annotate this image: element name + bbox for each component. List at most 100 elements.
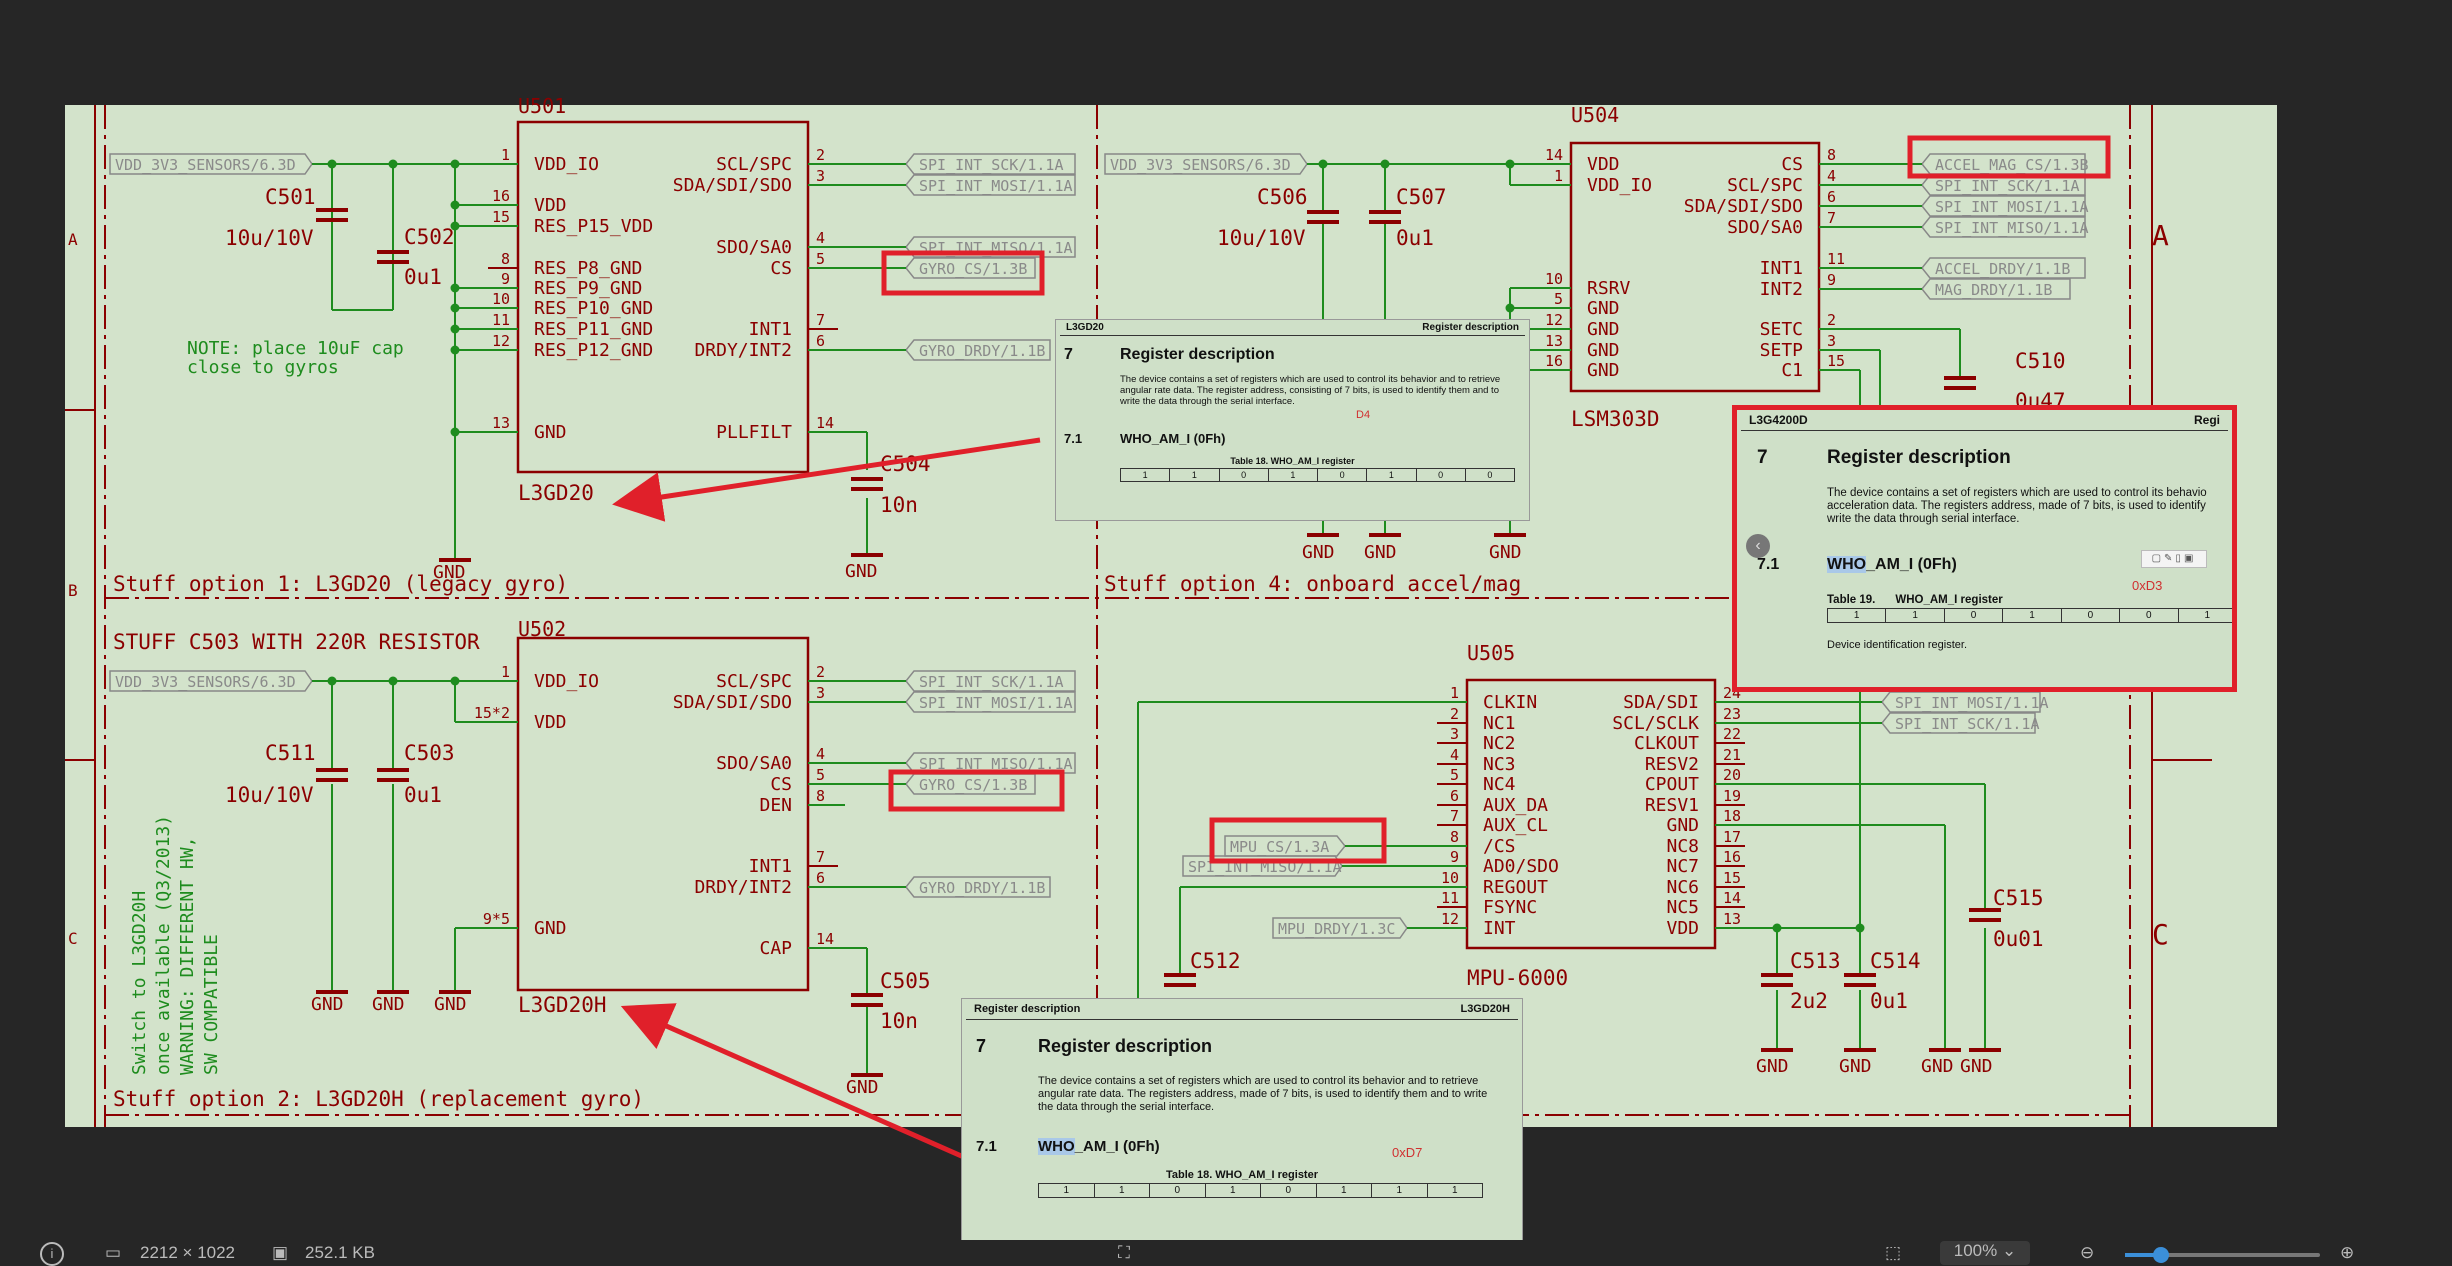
u505-pin-9: REGOUT [1483,877,1548,898]
u501-pin-0: VDD_IO [534,154,599,175]
svg-text:GND: GND [1302,542,1335,563]
u505-pin-11: INT [1483,918,1516,939]
u501-pinnum-1: 16 [492,187,510,205]
info-icon[interactable]: i [40,1242,64,1266]
u505-rpin-10: NC5 [1666,897,1699,918]
u502-pinnum-0: 1 [501,663,510,681]
register-bit-2: 0 [1149,1183,1206,1198]
register-bit-3: 1 [1267,468,1319,482]
register-bit-4: 0 [1260,1183,1317,1198]
svg-text:SW COMPATIBLE: SW COMPATIBLE [201,934,222,1075]
net-sck-1: SPI_INT_SCK/1.1A [919,156,1064,174]
u505-pinnum-3: 4 [1450,746,1459,764]
u505-rpin-6: GND [1666,815,1699,836]
register-bit-7: 1 [1426,1183,1483,1198]
u505-pin-2: NC2 [1483,733,1516,754]
row-label-a-right: A [2152,219,2169,252]
subsection-number: 7.1 [1757,556,1780,573]
cap-note-1: NOTE: place 10uF cap [187,338,404,359]
u501-pin-2: RES_P15_VDD [534,216,653,237]
c503-note: STUFF C503 WITH 220R RESISTOR [113,630,480,654]
zoom-slider[interactable] [2125,1247,2320,1263]
svg-text:0u1: 0u1 [404,265,442,289]
u505-rpin-5: RESV1 [1645,795,1699,816]
zoom-slider-thumb[interactable] [2153,1247,2169,1263]
u501-rpin-3: CS [770,258,792,279]
u501-pin-6: RES_P11_GND [534,319,653,340]
subsection-number: 7.1 [1064,431,1083,446]
register-value: 0xD3 [2132,578,2163,593]
u502-rpin-3: CS [770,774,792,795]
u505-rpinnum-3: 21 [1723,746,1741,764]
u505-pin-3: NC3 [1483,754,1516,775]
u504-pin-1: VDD_IO [1587,175,1652,196]
section-label-opt4: Stuff option 4: onboard accel/mag [1104,572,1521,596]
section-title: Register description [1038,1036,1213,1056]
crop-icon[interactable]: ⛶ [1118,1243,1130,1263]
u502-rpinnum-6: 6 [816,869,825,887]
svg-text:2u2: 2u2 [1790,989,1828,1013]
register-bit-6: 1 [2177,608,2232,623]
u501-pinnum-6: 11 [492,311,510,329]
svg-text:C503: C503 [404,741,455,765]
u504-pinnum-1: 1 [1554,167,1563,185]
table-title: Table 18. WHO_AM_I register [1230,456,1355,466]
row-label-c: C [68,929,78,948]
u505-pin-10: FSYNC [1483,897,1537,918]
zoom-in-icon[interactable]: ⊕ [2340,1243,2354,1263]
svg-text:0u1: 0u1 [1396,226,1434,250]
u504-pin-3: GND [1587,298,1620,319]
snippet-toolbar[interactable]: ▢✎▯▣ [2141,550,2207,568]
u504-rpin-4: INT1 [1760,258,1803,279]
u504-rpin-6: SETC [1760,319,1803,340]
u505-rpin-0: SDA/SDI [1623,692,1699,713]
svg-text:U505: U505 [1467,641,1515,665]
register-bit-6: 1 [1371,1183,1428,1198]
u504-rpinnum-6: 2 [1827,311,1836,329]
u505-rpinnum-9: 15 [1723,869,1741,887]
section-label-opt1: Stuff option 1: L3GD20 (legacy gyro) [113,572,568,596]
u505-pin-7: /CS [1483,836,1516,857]
svg-text:0u1: 0u1 [1870,989,1908,1013]
u505-rpin-1: SCL/SCLK [1612,713,1699,734]
zoom-level[interactable]: 100% ⌄ [1940,1241,2030,1265]
u505-pinnum-6: 7 [1450,807,1459,825]
u501-pinnum-0: 1 [501,146,510,164]
svg-text:GND: GND [846,1077,879,1098]
svg-text:GND: GND [433,562,466,583]
u504-rpin-1: SCL/SPC [1727,175,1803,196]
u504-pin-0: VDD [1587,154,1620,175]
svg-text:10n: 10n [880,1009,918,1033]
zoom-out-icon[interactable]: ⊖ [2080,1243,2094,1263]
u501-pin-8: GND [534,422,567,443]
u505-pinnum-11: 12 [1441,910,1459,928]
snippet-header-left: L3GD20 [1066,322,1104,333]
prev-arrow-icon[interactable]: ‹ [1746,534,1770,558]
register-bit-4: 0 [1316,468,1368,482]
u505-pin-4: NC4 [1483,774,1516,795]
svg-text:GND: GND [1921,1056,1954,1077]
svg-text:C514: C514 [1870,949,1921,973]
net-gyro-cs-2: GYRO_CS/1.3B [919,776,1027,794]
table-label: Table 19. [1827,594,1876,606]
u502-rpin-1: SDA/SDI/SDO [673,692,792,713]
table-title: Table 18. WHO_AM_I register [1165,1169,1318,1181]
u501-pinnum-7: 12 [492,332,510,350]
fit-screen-icon[interactable]: ⬚ [1885,1243,1901,1263]
svg-text:0u01: 0u01 [1993,927,2044,951]
chevron-down-icon: ⌄ [2001,1241,2017,1260]
section-label-opt2: Stuff option 2: L3GD20H (replacement gyr… [113,1087,644,1111]
net-gyro-drdy-2: GYRO_DRDY/1.1B [919,879,1045,897]
net-miso-3: SPI_INT_MISO/1.1A [1935,219,2089,237]
u505-pinnum-10: 11 [1441,889,1459,907]
register-bit-1: 1 [1093,1183,1150,1198]
svg-text:10u/10V: 10u/10V [225,226,314,250]
svg-text:GND: GND [311,994,344,1015]
svg-text:0u1: 0u1 [404,783,442,807]
register-table: 11010100 [1119,468,1516,482]
u501-rpinnum-1: 3 [816,167,825,185]
row-label-c-right: C [2152,918,2169,951]
u501-rpinnum-5: 6 [816,332,825,350]
u501-name: L3GD20 [518,481,594,505]
u505-rpin-9: NC6 [1666,877,1699,898]
